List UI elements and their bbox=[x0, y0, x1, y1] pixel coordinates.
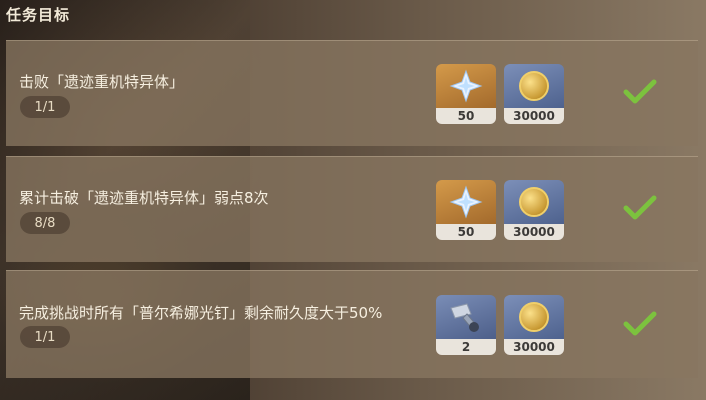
completed-check-icon bbox=[623, 311, 657, 336]
reward-count: 50 bbox=[436, 108, 496, 124]
reward-item-mora[interactable]: 30000 bbox=[504, 180, 564, 240]
reward-count: 30000 bbox=[504, 339, 564, 355]
completed-check-icon bbox=[623, 79, 657, 104]
objective-card-1: 击败「遗迹重机特异体」 1/1 50 30000 bbox=[6, 40, 698, 146]
progress-badge: 1/1 bbox=[20, 326, 70, 348]
objective-card-2: 累计击破「遗迹重机特异体」弱点8次 8/8 50 30000 bbox=[6, 156, 698, 262]
reward-item-gadget[interactable]: 2 bbox=[436, 295, 496, 355]
reward-count: 30000 bbox=[504, 224, 564, 240]
objective-text: 完成挑战时所有「普尔希娜光钉」剩余耐久度大于50% bbox=[19, 304, 383, 322]
completed-check-icon bbox=[623, 195, 657, 220]
reward-item-primogem[interactable]: 50 bbox=[436, 64, 496, 124]
gadget-hammer-icon bbox=[436, 295, 496, 339]
reward-item-mora[interactable]: 30000 bbox=[504, 64, 564, 124]
progress-badge: 8/8 bbox=[20, 212, 70, 234]
reward-count: 30000 bbox=[504, 108, 564, 124]
reward-count: 2 bbox=[436, 339, 496, 355]
primogem-icon bbox=[436, 64, 496, 108]
mora-coin-icon bbox=[504, 295, 564, 339]
mora-coin-icon bbox=[504, 64, 564, 108]
mora-coin-icon bbox=[504, 180, 564, 224]
objective-text: 击败「遗迹重机特异体」 bbox=[19, 73, 185, 91]
objective-text: 累计击破「遗迹重机特异体」弱点8次 bbox=[19, 189, 269, 207]
reward-item-primogem[interactable]: 50 bbox=[436, 180, 496, 240]
progress-badge: 1/1 bbox=[20, 96, 70, 118]
reward-item-mora[interactable]: 30000 bbox=[504, 295, 564, 355]
panel-title: 任务目标 bbox=[6, 6, 71, 24]
objective-card-3: 完成挑战时所有「普尔希娜光钉」剩余耐久度大于50% 1/1 2 30000 bbox=[6, 270, 698, 378]
reward-count: 50 bbox=[436, 224, 496, 240]
primogem-icon bbox=[436, 180, 496, 224]
